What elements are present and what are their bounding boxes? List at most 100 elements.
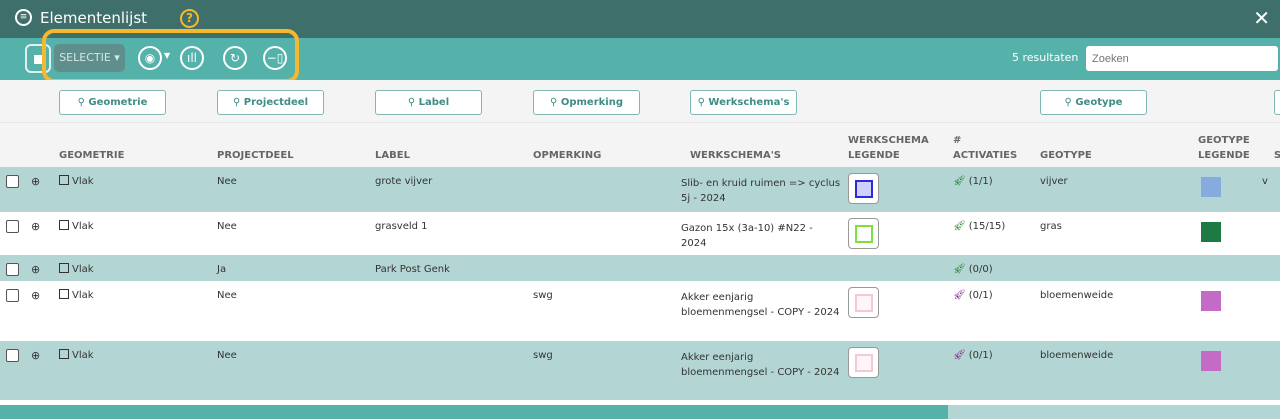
help-icon[interactable]: ? [180,9,199,28]
activaties-cell: 🚀︎ (15/15) [953,219,1005,234]
page-title: Elementenlijst [40,9,148,27]
projectdeel-cell: Ja [217,264,227,275]
filter-werkschemas-button[interactable]: ⚲ Werkschema's [690,90,797,115]
filter-geometrie-button[interactable]: ⚲ Geometrie [59,90,166,115]
col-label[interactable]: LABEL [375,129,525,163]
werkschema-legend-swatch [848,287,879,318]
table-row[interactable]: ⊕ Vlak Ja Park Post Genk 🚀︎ (0/0) [0,255,1280,281]
selection-dropdown[interactable]: SELECTIE ▾ [54,44,125,72]
bar-chart-icon[interactable]: ıll [180,46,204,70]
projectdeel-cell: Nee [217,350,237,361]
horizontal-scrollbar[interactable] [0,405,1280,419]
filter-opmerking-button[interactable]: ⚲ Opmerking [533,90,640,115]
close-icon[interactable]: ✕ [1253,6,1270,30]
row-checkbox[interactable] [6,175,19,188]
activaties-cell: 🚀︎ (0/0) [953,262,993,277]
activaties-cell: 🚀︎ (0/1) [953,348,993,363]
werkschema-legend-swatch [848,347,879,378]
geometrie-cell: Vlak [59,262,94,277]
table-row[interactable]: ⊕ Vlak Nee grote vijver Slib- en kruid r… [0,167,1280,212]
col-projectdeel[interactable]: PROJECTDEEL [217,129,367,163]
geometrie-value: Vlak [72,290,94,301]
geometrie-value: Vlak [72,176,94,187]
geotype-cell: bloemenweide [1040,290,1114,301]
geometrie-value: Vlak [72,264,94,275]
label-cell: grote vijver [375,176,433,187]
filter-label: Opmerking [560,97,623,108]
col-geotype-legende[interactable]: GEOTYPE LEGENDE [1198,129,1263,163]
werkschema-cell: Slib- en kruid ruimen => cyclus 5j - 202… [681,178,841,204]
projectdeel-cell: Nee [217,176,237,187]
geotype-cell: bloemenweide [1040,350,1114,361]
col-activaties[interactable]: # ACTIVATIES [953,129,1023,163]
activaties-value: (0/0) [968,264,993,275]
opmerking-cell: swg [533,290,553,301]
scrollbar-thumb[interactable] [0,405,948,419]
rocket-icon: 🚀︎ [953,350,966,361]
chevron-down-icon[interactable]: ▼ [164,51,170,60]
filter-geotype-button[interactable]: ⚲ Geotype [1040,90,1147,115]
col-opmerking[interactable]: OPMERKING [533,129,683,163]
refresh-icon[interactable]: ↻ [223,46,247,70]
col-geometrie[interactable]: GEOMETRIE [59,129,209,163]
label-cell: grasveld 1 [375,221,428,232]
geometrie-cell: Vlak [59,288,94,303]
filter-more-button[interactable] [1274,90,1280,115]
geotype-legend-swatch [1201,351,1221,371]
werkschema-legend-swatch [848,173,879,204]
activaties-value: (15/15) [968,221,1006,232]
table-header: GEOMETRIE PROJECTDEEL LABEL OPMERKING WE… [0,123,1280,167]
zoom-to-icon[interactable]: ⊕ [31,174,40,189]
geometrie-value: Vlak [72,350,94,361]
search-input[interactable] [1086,46,1278,71]
zoom-to-icon[interactable]: ⊕ [31,348,40,363]
rocket-icon: 🚀︎ [953,221,966,232]
projectdeel-cell: Nee [217,221,237,232]
geotype-legend-swatch [1201,222,1221,242]
polygon-icon [59,349,69,359]
table-row[interactable]: ⊕ Vlak Nee swg Akker eenjarig bloemenmen… [0,281,1280,341]
rocket-icon: 🚀︎ [953,176,966,187]
filter-label: Projectdeel [243,97,308,108]
s-cell: v [1262,176,1268,187]
filter-label-button[interactable]: ⚲ Label [375,90,482,115]
geometrie-value: Vlak [72,221,94,232]
werkschema-cell: Akker eenjarig bloemenmengsel - COPY - 2… [681,292,840,318]
zoom-to-icon[interactable]: ⊕ [31,288,40,303]
row-checkbox[interactable] [6,263,19,276]
werkschema-cell: Gazon 15x (3a-10) #N22 - 2024 [681,223,813,249]
geometrie-cell: Vlak [59,219,94,234]
rocket-icon: 🚀︎ [953,264,966,275]
geotype-legend-swatch [1201,291,1221,311]
geotype-cell: gras [1040,221,1062,232]
polygon-icon [59,175,69,185]
werkschema-cell: Akker eenjarig bloemenmengsel - COPY - 2… [681,352,840,378]
geotype-legend-swatch [1201,177,1221,197]
visibility-eye-icon[interactable]: ◉ [138,46,162,70]
filter-label: Werkschema's [708,97,790,108]
col-geotype[interactable]: GEOTYPE [1040,129,1190,163]
polygon-icon [59,220,69,230]
geometrie-cell: Vlak [59,348,94,363]
filter-projectdeel-button[interactable]: ⚲ Projectdeel [217,90,324,115]
col-werkschema-legende[interactable]: WERKSCHEMA LEGENDE [848,129,933,163]
slider-toggle-icon[interactable]: −▯ [263,46,287,70]
zoom-to-icon[interactable]: ⊕ [31,219,40,234]
col-s[interactable]: S [1274,129,1280,163]
row-checkbox[interactable] [6,349,19,362]
list-menu-icon[interactable]: ≡ [15,9,32,26]
table-row[interactable]: ⊕ Vlak Nee swg Akker eenjarig bloemenmen… [0,341,1280,400]
filter-label: Geometrie [88,97,148,108]
activaties-cell: 🚀︎ (1/1) [953,174,993,189]
zoom-to-icon[interactable]: ⊕ [31,262,40,277]
row-checkbox[interactable] [6,289,19,302]
filter-label: Geotype [1075,97,1123,108]
row-checkbox[interactable] [6,220,19,233]
table-row[interactable]: ⊕ Vlak Nee grasveld 1 Gazon 15x (3a-10) … [0,212,1280,255]
results-count: 5 resultaten [1012,51,1079,64]
label-cell: Park Post Genk [375,264,450,275]
activaties-value: (0/1) [968,350,993,361]
geometrie-cell: Vlak [59,174,94,189]
col-werkschemas[interactable]: WERKSCHEMA'S [690,129,840,163]
geotype-cell: vijver [1040,176,1068,187]
